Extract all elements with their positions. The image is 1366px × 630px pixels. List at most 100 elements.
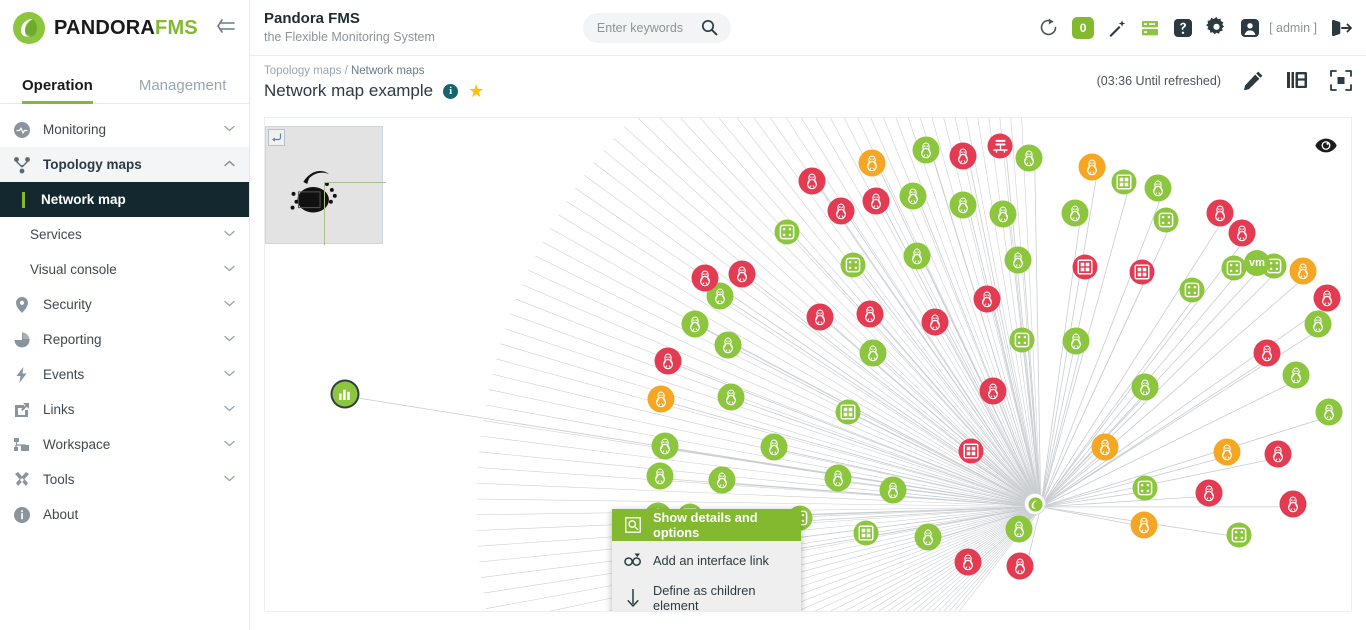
- map-node-linux[interactable]: [717, 383, 745, 411]
- map-node-windows[interactable]: [1129, 259, 1155, 285]
- map-node-network[interactable]: [987, 133, 1013, 159]
- map-node-grid[interactable]: [1009, 327, 1035, 353]
- info-icon[interactable]: i: [443, 83, 459, 99]
- user-name-label[interactable]: [ admin ]: [1269, 21, 1317, 35]
- map-node-linux[interactable]: [1131, 373, 1159, 401]
- map-node-linux[interactable]: [1195, 479, 1223, 507]
- tab-operation[interactable]: Operation: [22, 77, 93, 104]
- sidebar-item-reporting[interactable]: Reporting: [0, 322, 249, 357]
- tab-management[interactable]: Management: [139, 77, 227, 103]
- map-node-linux[interactable]: [949, 142, 977, 170]
- star-favorite-icon[interactable]: ★: [468, 82, 484, 100]
- help-icon[interactable]: [1173, 18, 1193, 38]
- map-node-linux[interactable]: [824, 464, 852, 492]
- map-node-linux[interactable]: [1091, 433, 1119, 461]
- map-node-linux[interactable]: [1004, 246, 1032, 274]
- network-map-viewport[interactable]: vm Show details and options Add an inter…: [264, 117, 1352, 612]
- map-node-linux[interactable]: [1213, 438, 1241, 466]
- map-node-linux[interactable]: [862, 187, 890, 215]
- map-node-linux[interactable]: [921, 308, 949, 336]
- map-node-linux[interactable]: [654, 347, 682, 375]
- map-node-linux[interactable]: [1228, 219, 1256, 247]
- toggle-visibility-eye-icon[interactable]: [1315, 138, 1337, 158]
- map-node-linux[interactable]: [879, 476, 907, 504]
- map-node-linux[interactable]: [1304, 310, 1332, 338]
- sidebar-item-security[interactable]: Security: [0, 287, 249, 322]
- copy-duplicate-icon[interactable]: [1286, 70, 1308, 91]
- map-node-windows[interactable]: [1072, 254, 1098, 280]
- magic-wand-icon[interactable]: [1107, 18, 1127, 38]
- map-node-linux[interactable]: [1015, 144, 1043, 172]
- map-node-vm[interactable]: vm: [1244, 250, 1270, 276]
- breadcrumb-parent[interactable]: Topology maps: [264, 65, 341, 77]
- map-node-linux[interactable]: [806, 303, 834, 331]
- context-menu-item-define-children[interactable]: Define as children element: [612, 579, 801, 611]
- map-node-linux[interactable]: [1206, 199, 1234, 227]
- map-node-linux[interactable]: [1315, 398, 1343, 426]
- sidebar-item-monitoring[interactable]: Monitoring: [0, 112, 249, 147]
- sidebar-item-services[interactable]: Services: [0, 217, 249, 252]
- map-node-linux[interactable]: [899, 182, 927, 210]
- sidebar-item-workspace[interactable]: Workspace: [0, 427, 249, 462]
- sidebar-item-about[interactable]: About: [0, 497, 249, 532]
- edit-pencil-icon[interactable]: [1243, 70, 1264, 91]
- map-node-grid[interactable]: [1226, 522, 1252, 548]
- map-node-grid[interactable]: [1179, 277, 1205, 303]
- map-node-linux[interactable]: [691, 264, 719, 292]
- minimap-viewport-rect[interactable]: [324, 182, 386, 227]
- map-node-linux[interactable]: [1078, 153, 1106, 181]
- map-node-grid[interactable]: [774, 219, 800, 245]
- map-node-grid[interactable]: [1153, 207, 1179, 233]
- map-node-linux[interactable]: [1253, 339, 1281, 367]
- node-context-menu[interactable]: Show details and options Add an interfac…: [612, 509, 801, 611]
- map-node-linux[interactable]: [954, 548, 982, 576]
- search-icon[interactable]: [701, 19, 718, 36]
- map-node-linux[interactable]: [714, 331, 742, 359]
- map-node-linux[interactable]: [1006, 552, 1034, 580]
- alert-count-badge[interactable]: 0: [1072, 16, 1095, 39]
- map-node-linux[interactable]: [1313, 284, 1341, 312]
- map-node-windows[interactable]: [835, 399, 861, 425]
- map-node-linux[interactable]: [949, 191, 977, 219]
- map-node-linux[interactable]: [1282, 361, 1310, 389]
- map-node-grid[interactable]: [1132, 475, 1158, 501]
- map-node-chart[interactable]: [332, 381, 358, 407]
- map-node-windows[interactable]: [1111, 169, 1137, 195]
- map-node-grid[interactable]: [840, 252, 866, 278]
- search-input[interactable]: [596, 20, 701, 35]
- map-node-linux[interactable]: [1279, 490, 1307, 518]
- map-node-linux[interactable]: [827, 197, 855, 225]
- context-menu-item-show-details[interactable]: Show details and options: [612, 509, 801, 541]
- collapse-sidebar-icon[interactable]: [217, 18, 235, 38]
- search-box[interactable]: [582, 12, 731, 43]
- map-node-linux[interactable]: [1062, 327, 1090, 355]
- map-node-linux[interactable]: [1061, 199, 1089, 227]
- settings-gear-icon[interactable]: [1206, 17, 1227, 38]
- map-node-linux[interactable]: [1289, 257, 1317, 285]
- sidebar-item-events[interactable]: Events: [0, 357, 249, 392]
- map-node-windows[interactable]: [958, 438, 984, 464]
- map-node-linux[interactable]: [856, 300, 884, 328]
- map-node-linux[interactable]: [858, 149, 886, 177]
- fullscreen-icon[interactable]: [1330, 70, 1352, 91]
- map-node-linux[interactable]: [1005, 515, 1033, 543]
- sidebar-item-visual-console[interactable]: Visual console: [0, 252, 249, 287]
- map-node-linux[interactable]: [798, 167, 826, 195]
- map-node-windows[interactable]: [853, 520, 879, 546]
- sidebar-item-network-map[interactable]: Network map: [0, 182, 249, 217]
- logout-icon[interactable]: [1330, 18, 1352, 38]
- map-node-linux[interactable]: [859, 339, 887, 367]
- map-node-linux[interactable]: [728, 260, 756, 288]
- context-menu-item-add-interface-link[interactable]: Add an interface link: [612, 541, 801, 579]
- map-node-linux[interactable]: [647, 385, 675, 413]
- map-node-linux[interactable]: [903, 242, 931, 270]
- map-node-linux[interactable]: [973, 285, 1001, 313]
- map-node-linux[interactable]: [646, 462, 674, 490]
- map-node-linux[interactable]: [1264, 440, 1292, 468]
- sidebar-item-links[interactable]: Links: [0, 392, 249, 427]
- sidebar-item-tools[interactable]: Tools: [0, 462, 249, 497]
- map-node-linux[interactable]: [760, 433, 788, 461]
- map-node-linux[interactable]: [912, 136, 940, 164]
- map-node-linux[interactable]: [1130, 511, 1158, 539]
- breadcrumb-current[interactable]: Network maps: [351, 65, 425, 77]
